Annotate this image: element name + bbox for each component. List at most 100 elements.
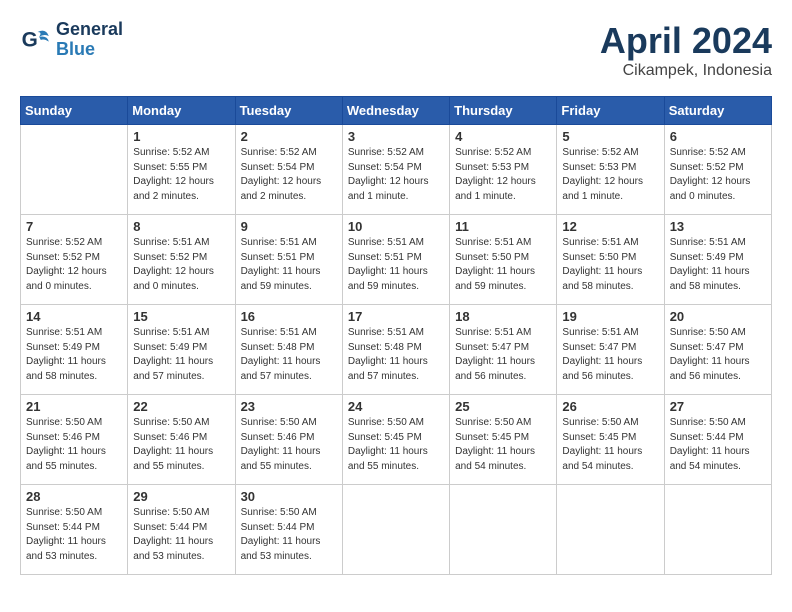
calendar-cell: 5 Sunrise: 5:52 AMSunset: 5:53 PMDaylight… xyxy=(557,125,664,215)
logo-text: General Blue xyxy=(56,20,123,60)
calendar-table: SundayMondayTuesdayWednesdayThursdayFrid… xyxy=(20,96,772,575)
weekday-header-monday: Monday xyxy=(128,97,235,125)
day-number: 20 xyxy=(670,309,766,324)
day-info: Sunrise: 5:51 AMSunset: 5:49 PMDaylight:… xyxy=(26,326,122,384)
day-number: 23 xyxy=(241,399,337,414)
day-info: Sunrise: 5:51 AMSunset: 5:48 PMDaylight:… xyxy=(241,326,337,384)
day-info: Sunrise: 5:50 AMSunset: 5:45 PMDaylight:… xyxy=(562,416,658,474)
day-number: 9 xyxy=(241,219,337,234)
calendar-cell: 15Sunrise: 5:51 AMSunset: 5:49 PMDayligh… xyxy=(128,305,235,395)
day-number: 26 xyxy=(562,399,658,414)
day-info: Sunrise: 5:50 AMSunset: 5:45 PMDaylight:… xyxy=(455,416,551,474)
calendar-cell: 18 Sunrise: 5:51 AMSunset: 5:47 PMDayligh… xyxy=(450,305,557,395)
calendar-cell xyxy=(450,485,557,575)
day-number: 27 xyxy=(670,399,766,414)
calendar-cell: 26 Sunrise: 5:50 AMSunset: 5:45 PMDayligh… xyxy=(557,395,664,485)
day-number: 7 xyxy=(26,219,122,234)
week-row-3: 14 Sunrise: 5:51 AMSunset: 5:49 PMDayligh… xyxy=(21,305,772,395)
calendar-cell: 3 Sunrise: 5:52 AMSunset: 5:54 PMDaylight… xyxy=(342,125,449,215)
calendar-cell: 19 Sunrise: 5:51 AMSunset: 5:47 PMDayligh… xyxy=(557,305,664,395)
day-number: 14 xyxy=(26,309,122,324)
day-number: 16 xyxy=(241,309,337,324)
day-number: 22 xyxy=(133,399,229,414)
calendar-cell: 30 Sunrise: 5:50 AMSunset: 5:44 PMDayligh… xyxy=(235,485,342,575)
calendar-cell: 16 Sunrise: 5:51 AMSunset: 5:48 PMDayligh… xyxy=(235,305,342,395)
day-info: Sunrise: 5:51 AMSunset: 5:47 PMDaylight:… xyxy=(455,326,551,384)
week-row-1: 1 Sunrise: 5:52 AMSunset: 5:55 PMDaylight… xyxy=(21,125,772,215)
day-number: 15 xyxy=(133,309,229,324)
calendar-cell: 25 Sunrise: 5:50 AMSunset: 5:45 PMDayligh… xyxy=(450,395,557,485)
day-number: 1 xyxy=(133,129,229,144)
calendar-cell: 28 Sunrise: 5:50 AMSunset: 5:44 PMDayligh… xyxy=(21,485,128,575)
calendar-cell: 29Sunrise: 5:50 AMSunset: 5:44 PMDayligh… xyxy=(128,485,235,575)
calendar-cell: 11 Sunrise: 5:51 AMSunset: 5:50 PMDayligh… xyxy=(450,215,557,305)
day-info: Sunrise: 5:50 AMSunset: 5:44 PMDaylight:… xyxy=(241,506,337,564)
location: Cikampek, Indonesia xyxy=(600,62,772,80)
logo: G General Blue xyxy=(20,20,123,60)
day-number: 6 xyxy=(670,129,766,144)
day-info: Sunrise: 5:51 AMSunset: 5:52 PMDaylight:… xyxy=(133,236,229,294)
calendar-cell: 4 Sunrise: 5:52 AMSunset: 5:53 PMDaylight… xyxy=(450,125,557,215)
day-info: Sunrise: 5:51 AMSunset: 5:47 PMDaylight:… xyxy=(562,326,658,384)
day-info: Sunrise: 5:52 AMSunset: 5:53 PMDaylight:… xyxy=(455,146,551,204)
calendar-cell: 13 Sunrise: 5:51 AMSunset: 5:49 PMDayligh… xyxy=(664,215,771,305)
day-number: 2 xyxy=(241,129,337,144)
calendar-cell: 17Sunrise: 5:51 AMSunset: 5:48 PMDayligh… xyxy=(342,305,449,395)
day-number: 5 xyxy=(562,129,658,144)
svg-text:G: G xyxy=(22,28,38,51)
day-number: 8 xyxy=(133,219,229,234)
day-info: Sunrise: 5:51 AMSunset: 5:50 PMDaylight:… xyxy=(455,236,551,294)
calendar-cell: 21Sunrise: 5:50 AMSunset: 5:46 PMDayligh… xyxy=(21,395,128,485)
day-number: 24 xyxy=(348,399,444,414)
day-number: 11 xyxy=(455,219,551,234)
day-info: Sunrise: 5:51 AMSunset: 5:50 PMDaylight:… xyxy=(562,236,658,294)
day-info: Sunrise: 5:51 AMSunset: 5:51 PMDaylight:… xyxy=(348,236,444,294)
calendar-cell: 7 Sunrise: 5:52 AMSunset: 5:52 PMDaylight… xyxy=(21,215,128,305)
day-info: Sunrise: 5:52 AMSunset: 5:54 PMDaylight:… xyxy=(241,146,337,204)
day-number: 3 xyxy=(348,129,444,144)
day-info: Sunrise: 5:52 AMSunset: 5:52 PMDaylight:… xyxy=(26,236,122,294)
day-info: Sunrise: 5:52 AMSunset: 5:55 PMDaylight:… xyxy=(133,146,229,204)
day-info: Sunrise: 5:50 AMSunset: 5:44 PMDaylight:… xyxy=(133,506,229,564)
week-row-2: 7 Sunrise: 5:52 AMSunset: 5:52 PMDaylight… xyxy=(21,215,772,305)
week-row-4: 21Sunrise: 5:50 AMSunset: 5:46 PMDayligh… xyxy=(21,395,772,485)
calendar-cell: 23Sunrise: 5:50 AMSunset: 5:46 PMDayligh… xyxy=(235,395,342,485)
weekday-header-tuesday: Tuesday xyxy=(235,97,342,125)
calendar-cell xyxy=(664,485,771,575)
weekday-header-sunday: Sunday xyxy=(21,97,128,125)
calendar-cell: 20 Sunrise: 5:50 AMSunset: 5:47 PMDayligh… xyxy=(664,305,771,395)
day-info: Sunrise: 5:52 AMSunset: 5:53 PMDaylight:… xyxy=(562,146,658,204)
calendar-cell: 2 Sunrise: 5:52 AMSunset: 5:54 PMDaylight… xyxy=(235,125,342,215)
weekday-header-saturday: Saturday xyxy=(664,97,771,125)
day-number: 21 xyxy=(26,399,122,414)
month-title: April 2024 xyxy=(600,20,772,62)
calendar-cell: 6 Sunrise: 5:52 AMSunset: 5:52 PMDaylight… xyxy=(664,125,771,215)
calendar-cell: 8 Sunrise: 5:51 AMSunset: 5:52 PMDaylight… xyxy=(128,215,235,305)
day-number: 19 xyxy=(562,309,658,324)
day-number: 28 xyxy=(26,489,122,504)
day-number: 4 xyxy=(455,129,551,144)
calendar-cell xyxy=(21,125,128,215)
title-section: April 2024 Cikampek, Indonesia xyxy=(600,20,772,80)
day-number: 10 xyxy=(348,219,444,234)
week-row-5: 28 Sunrise: 5:50 AMSunset: 5:44 PMDayligh… xyxy=(21,485,772,575)
weekday-header-friday: Friday xyxy=(557,97,664,125)
calendar-cell: 1 Sunrise: 5:52 AMSunset: 5:55 PMDaylight… xyxy=(128,125,235,215)
day-number: 18 xyxy=(455,309,551,324)
logo-icon: G xyxy=(20,24,52,56)
day-info: Sunrise: 5:52 AMSunset: 5:52 PMDaylight:… xyxy=(670,146,766,204)
page-header: G General Blue April 2024 Cikampek, Indo… xyxy=(20,20,772,80)
day-number: 25 xyxy=(455,399,551,414)
day-number: 17 xyxy=(348,309,444,324)
day-info: Sunrise: 5:50 AMSunset: 5:44 PMDaylight:… xyxy=(26,506,122,564)
day-info: Sunrise: 5:51 AMSunset: 5:51 PMDaylight:… xyxy=(241,236,337,294)
day-info: Sunrise: 5:50 AMSunset: 5:45 PMDaylight:… xyxy=(348,416,444,474)
day-info: Sunrise: 5:52 AMSunset: 5:54 PMDaylight:… xyxy=(348,146,444,204)
day-info: Sunrise: 5:50 AMSunset: 5:44 PMDaylight:… xyxy=(670,416,766,474)
day-info: Sunrise: 5:50 AMSunset: 5:47 PMDaylight:… xyxy=(670,326,766,384)
calendar-cell xyxy=(342,485,449,575)
day-number: 13 xyxy=(670,219,766,234)
day-info: Sunrise: 5:51 AMSunset: 5:49 PMDaylight:… xyxy=(670,236,766,294)
logo-general: General xyxy=(56,20,123,40)
day-number: 30 xyxy=(241,489,337,504)
